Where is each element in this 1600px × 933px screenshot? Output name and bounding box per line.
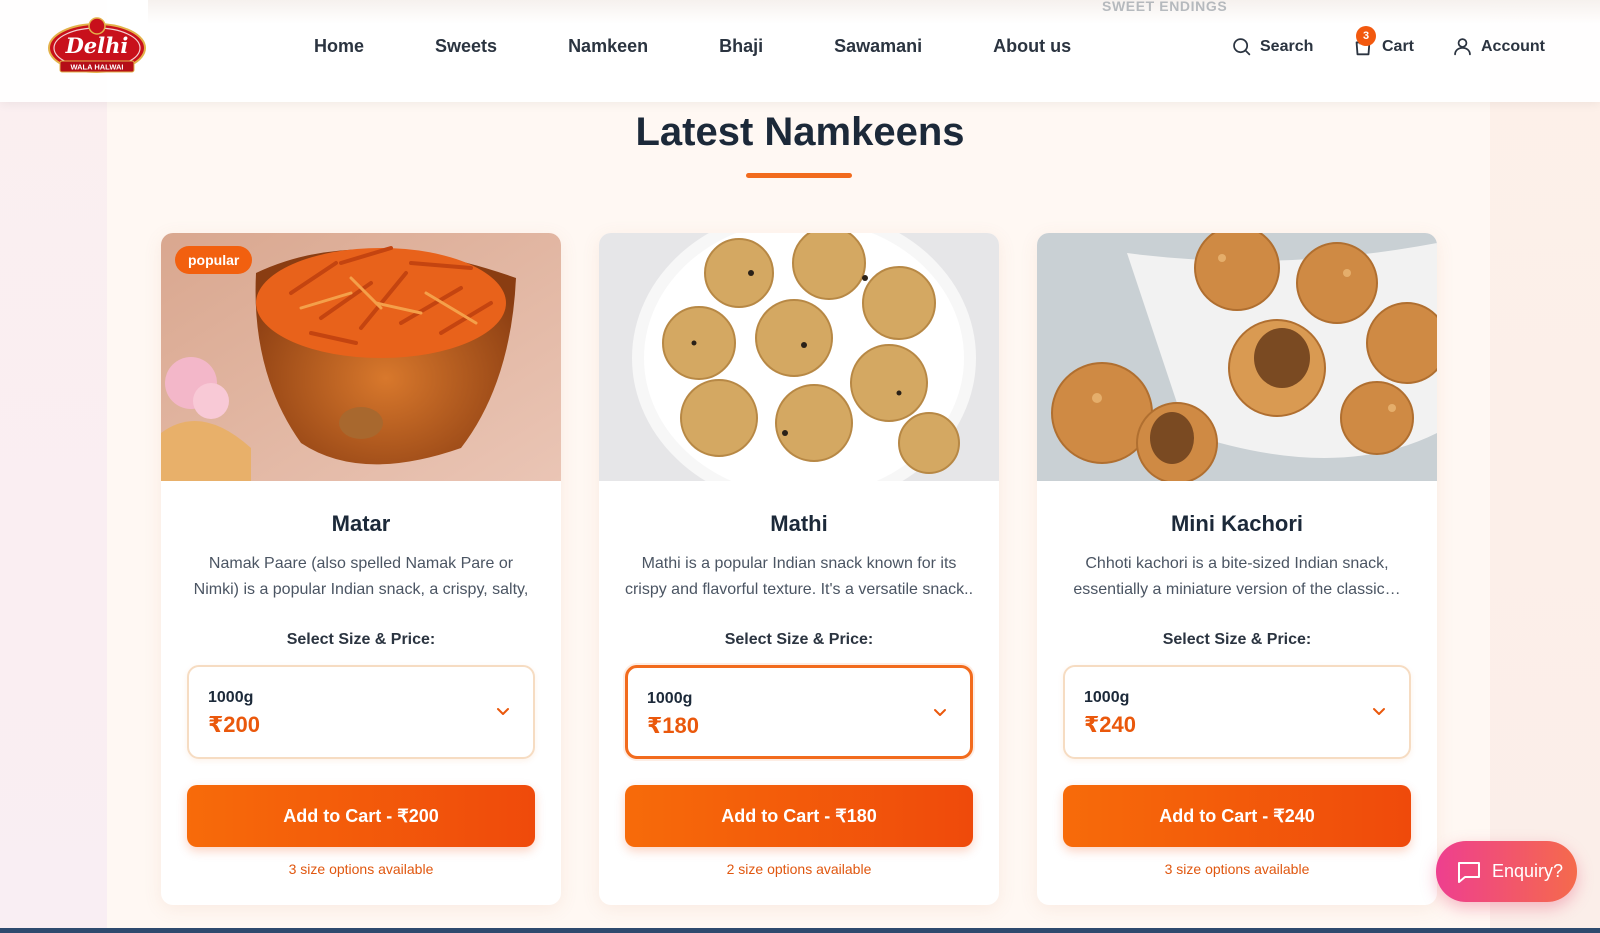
add-to-cart-button[interactable]: Add to Cart - ₹200 <box>187 785 535 847</box>
brand-name: Delhi <box>65 33 129 58</box>
brand-logo[interactable]: Delhi WALA HALWAI <box>46 16 148 76</box>
size-options-note: 3 size options available <box>288 861 434 877</box>
chevron-down-icon <box>1373 708 1385 715</box>
site-header: SWEET ENDINGS Delhi WALA HALWAI Home Swe… <box>0 0 1600 102</box>
chevron-down-icon <box>934 709 946 716</box>
main-nav: Home Sweets Namkeen Bhaji Sawamani About… <box>314 36 1071 57</box>
selected-price: ₹180 <box>647 713 700 738</box>
logo-emblem: Delhi WALA HALWAI <box>48 17 146 73</box>
selected-size: 1000g <box>1084 689 1130 706</box>
footer-edge <box>0 928 1600 933</box>
size-price-select[interactable]: 1000g ₹200 <box>187 665 535 759</box>
cart-count-badge: 3 <box>1356 26 1376 46</box>
popular-badge: popular <box>175 246 253 274</box>
selected-price: ₹240 <box>1084 712 1137 737</box>
selected-price: ₹200 <box>208 712 261 737</box>
product-description: Mathi is a popular Indian snack known fo… <box>624 555 974 598</box>
mini-kachori-photo <box>1037 233 1437 481</box>
background-banner-text: SWEET ENDINGS <box>1102 0 1228 14</box>
select-size-label: Select Size & Price: <box>724 631 874 648</box>
cart-button[interactable]: 3 Cart <box>1352 26 1415 58</box>
cart-icon-wrap: 3 <box>1352 26 1376 58</box>
account-button[interactable]: Account <box>1452 36 1545 57</box>
product-image-mini-kachori[interactable] <box>1037 233 1437 481</box>
section-title: Latest Namkeens <box>635 110 965 154</box>
product-card-matar: popular Matar Namak Paare (also spelled … <box>161 233 561 905</box>
product-image-mathi[interactable] <box>599 233 999 481</box>
product-image-matar[interactable]: popular <box>161 233 561 481</box>
size-options-note: 3 size options available <box>1164 861 1310 877</box>
product-name: Matar <box>331 511 391 536</box>
select-size-label: Select Size & Price: <box>286 631 436 648</box>
account-label: Account <box>1481 37 1545 55</box>
selected-size: 1000g <box>208 689 254 706</box>
product-description: Namak Paare (also spelled Namak Pare or … <box>193 555 529 598</box>
chat-bubble-icon <box>1458 861 1480 883</box>
nav-about-us[interactable]: About us <box>993 36 1071 57</box>
enquiry-button[interactable]: Enquiry? <box>1436 841 1577 902</box>
nav-namkeen[interactable]: Namkeen <box>568 36 648 57</box>
product-name: Mathi <box>770 511 828 536</box>
product-card-mini-kachori: Mini Kachori Chhoti kachori is a bite-si… <box>1037 233 1437 905</box>
brand-tagline: WALA HALWAI <box>70 63 123 72</box>
add-to-cart-button[interactable]: Add to Cart - ₹180 <box>625 785 973 847</box>
product-description: Chhoti kachori is a bite-sized Indian sn… <box>1073 555 1401 598</box>
size-options-note: 2 size options available <box>726 861 872 877</box>
header-top-fade <box>148 0 1600 24</box>
selected-size: 1000g <box>647 690 693 707</box>
size-price-select[interactable]: 1000g ₹240 <box>1063 665 1411 759</box>
nav-bhaji[interactable]: Bhaji <box>719 36 763 57</box>
search-label: Search <box>1260 37 1314 55</box>
product-name: Mini Kachori <box>1170 511 1303 536</box>
search-icon <box>1233 38 1251 56</box>
user-icon <box>1454 38 1471 56</box>
cart-label: Cart <box>1382 38 1415 55</box>
size-price-select[interactable]: 1000g ₹180 <box>625 665 973 759</box>
nav-sweets[interactable]: Sweets <box>435 36 497 57</box>
nav-sawamani[interactable]: Sawamani <box>834 36 922 57</box>
title-underline <box>746 173 852 178</box>
select-size-label: Select Size & Price: <box>1162 631 1312 648</box>
chevron-down-icon <box>497 708 509 715</box>
mathi-photo <box>599 233 999 481</box>
search-button[interactable]: Search <box>1231 36 1313 57</box>
add-to-cart-button[interactable]: Add to Cart - ₹240 <box>1063 785 1411 847</box>
enquiry-label: Enquiry? <box>1492 861 1564 881</box>
product-card-mathi: Mathi Mathi is a popular Indian snack kn… <box>599 233 999 905</box>
nav-home[interactable]: Home <box>314 36 364 57</box>
